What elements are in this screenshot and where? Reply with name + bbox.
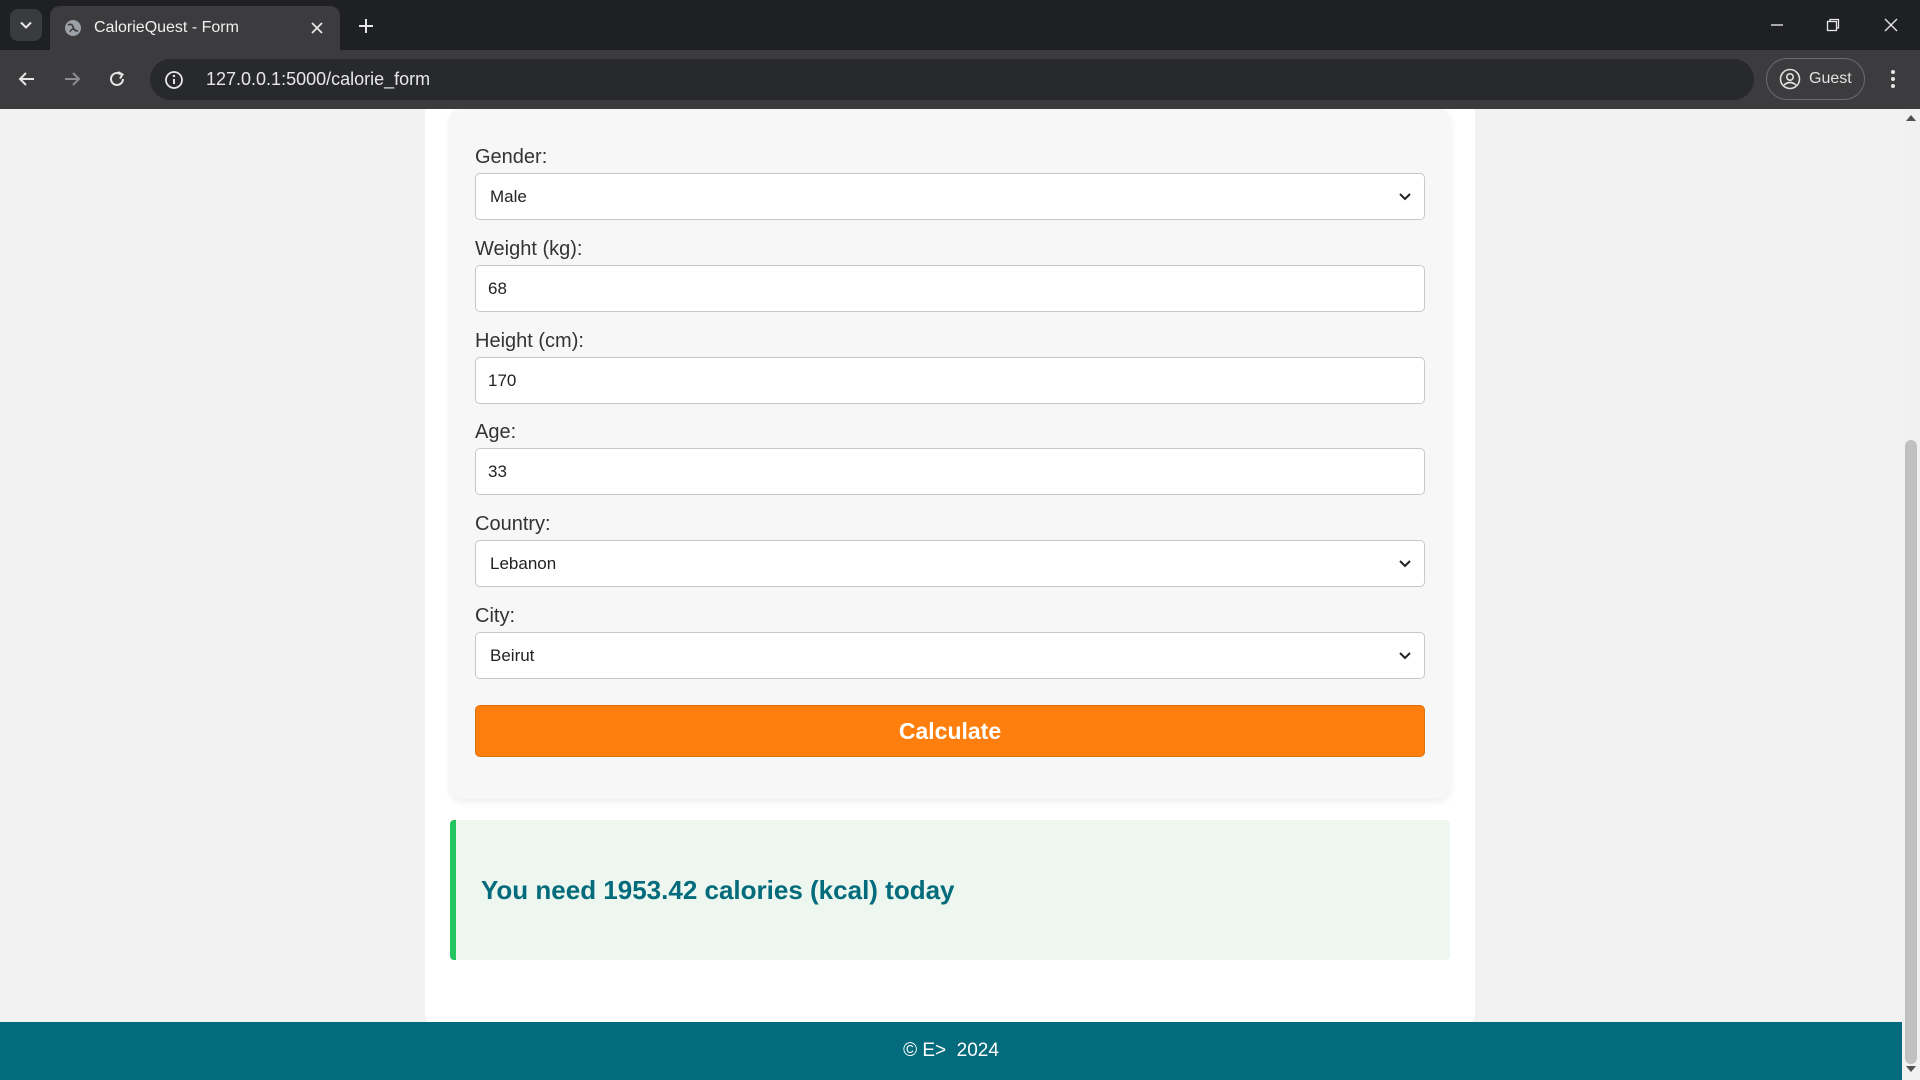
close-icon[interactable]	[306, 17, 328, 39]
kebab-menu-icon	[1891, 70, 1895, 88]
scrollbar-thumb[interactable]	[1905, 440, 1917, 1064]
calorie-form: Gender: Male Weight (kg): 68 Height (cm)…	[450, 109, 1450, 799]
content-card: Gender: Male Weight (kg): 68 Height (cm)…	[425, 109, 1475, 1026]
browser-menu-button[interactable]	[1878, 63, 1908, 95]
forward-button[interactable]	[55, 62, 89, 96]
city-select-value: Beirut	[490, 645, 535, 665]
back-button[interactable]	[10, 62, 44, 96]
tab-search-button[interactable]	[10, 9, 42, 41]
profile-label: Guest	[1809, 70, 1852, 87]
country-label: Country:	[475, 513, 551, 535]
gender-select-value: Male	[490, 186, 527, 206]
profile-button[interactable]: Guest	[1766, 58, 1865, 100]
site-info-icon[interactable]	[162, 68, 186, 92]
forward-arrow-icon	[65, 72, 81, 86]
gender-select[interactable]: Male	[475, 173, 1425, 220]
result-message-box: You need 1953.42 calories (kcal) today	[450, 820, 1450, 960]
weight-input-value: 68	[488, 278, 507, 298]
tab-title: CalorieQuest - Form	[94, 19, 239, 36]
scroll-down-arrow-icon[interactable]	[1906, 1066, 1916, 1072]
height-input-value: 170	[488, 370, 517, 390]
restore-button[interactable]	[1808, 6, 1858, 44]
page-footer: © E> 2024	[0, 1022, 1902, 1080]
reload-icon	[110, 71, 124, 86]
calculate-button[interactable]: Calculate	[475, 705, 1425, 757]
age-label: Age:	[475, 421, 517, 443]
country-select[interactable]: Lebanon	[475, 540, 1425, 587]
page-viewport: Gender: Male Weight (kg): 68 Height (cm)…	[0, 109, 1902, 1080]
country-select-value: Lebanon	[490, 553, 557, 573]
window-close-icon	[1884, 18, 1898, 32]
browser-tab-bar: CalorieQuest - Form	[0, 0, 1920, 50]
restore-icon	[1826, 18, 1840, 32]
back-arrow-icon	[18, 72, 34, 86]
reload-button[interactable]	[100, 62, 134, 96]
age-input-value: 33	[488, 461, 507, 481]
minimize-button[interactable]	[1752, 6, 1802, 44]
weight-input[interactable]: 68	[475, 265, 1425, 312]
window-close-button[interactable]	[1866, 6, 1916, 44]
minimize-icon	[1771, 24, 1783, 26]
footer-copyright: © E> 2024	[903, 1040, 999, 1061]
city-select[interactable]: Beirut	[475, 632, 1425, 679]
profile-icon	[1779, 68, 1801, 90]
page-scrollbar[interactable]	[1902, 109, 1920, 1080]
new-tab-button[interactable]	[352, 12, 380, 40]
height-label: Height (cm):	[475, 330, 584, 352]
weight-label: Weight (kg):	[475, 238, 583, 260]
calorie-result-text: You need 1953.42 calories (kcal) today	[481, 874, 955, 905]
url-text[interactable]: 127.0.0.1:5000/calorie_form	[206, 69, 430, 90]
chevron-down-icon	[1398, 190, 1412, 204]
gender-label: Gender:	[475, 146, 548, 168]
browser-toolbar: 127.0.0.1:5000/calorie_form Guest	[0, 50, 1920, 109]
chevron-down-icon	[1398, 649, 1412, 663]
age-input[interactable]: 33	[475, 448, 1425, 495]
address-bar[interactable]: 127.0.0.1:5000/calorie_form	[150, 59, 1754, 100]
scroll-up-arrow-icon[interactable]	[1906, 115, 1916, 121]
tab-search-icon	[20, 21, 32, 29]
plus-icon	[359, 19, 373, 33]
city-label: City:	[475, 605, 515, 627]
height-input[interactable]: 170	[475, 357, 1425, 404]
globe-icon	[64, 19, 82, 37]
browser-tab[interactable]: CalorieQuest - Form	[50, 6, 340, 50]
chevron-down-icon	[1398, 557, 1412, 571]
